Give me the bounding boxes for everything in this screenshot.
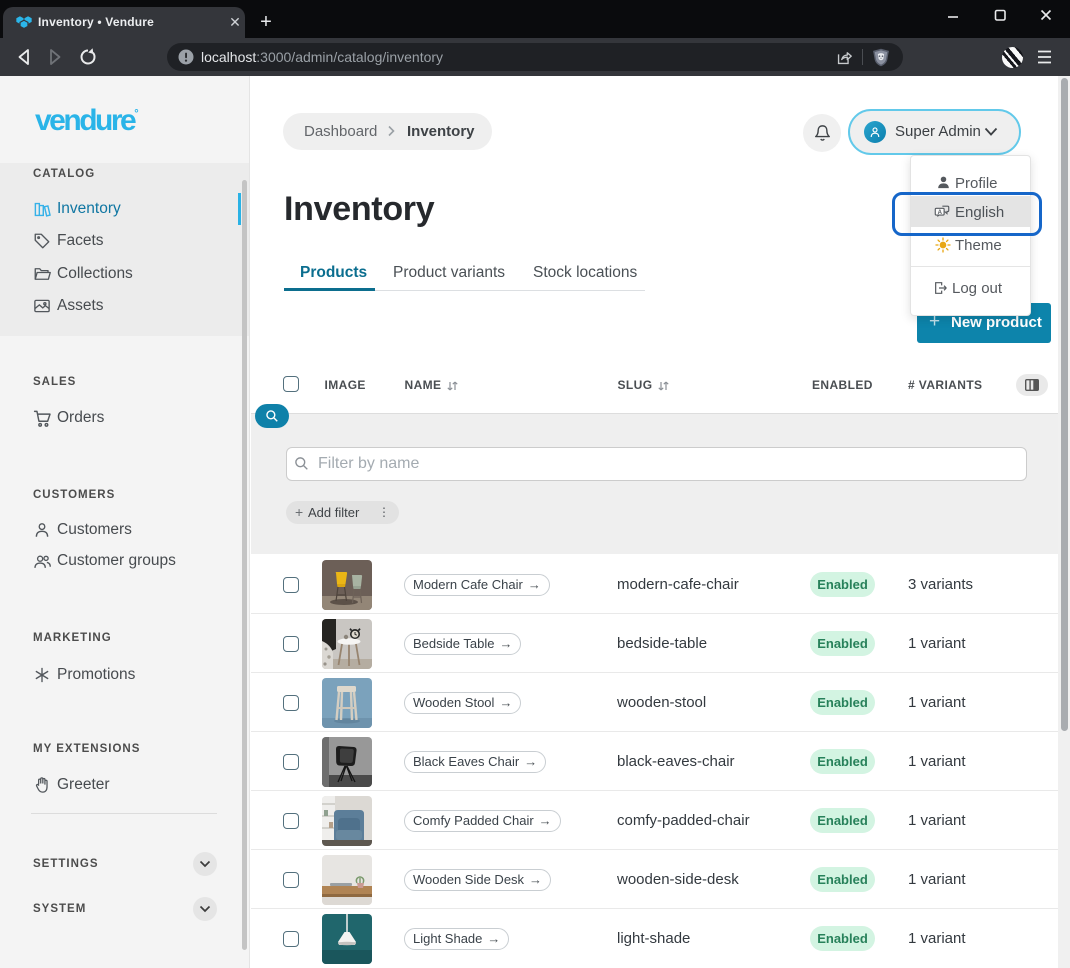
svg-text:A: A bbox=[938, 210, 943, 216]
